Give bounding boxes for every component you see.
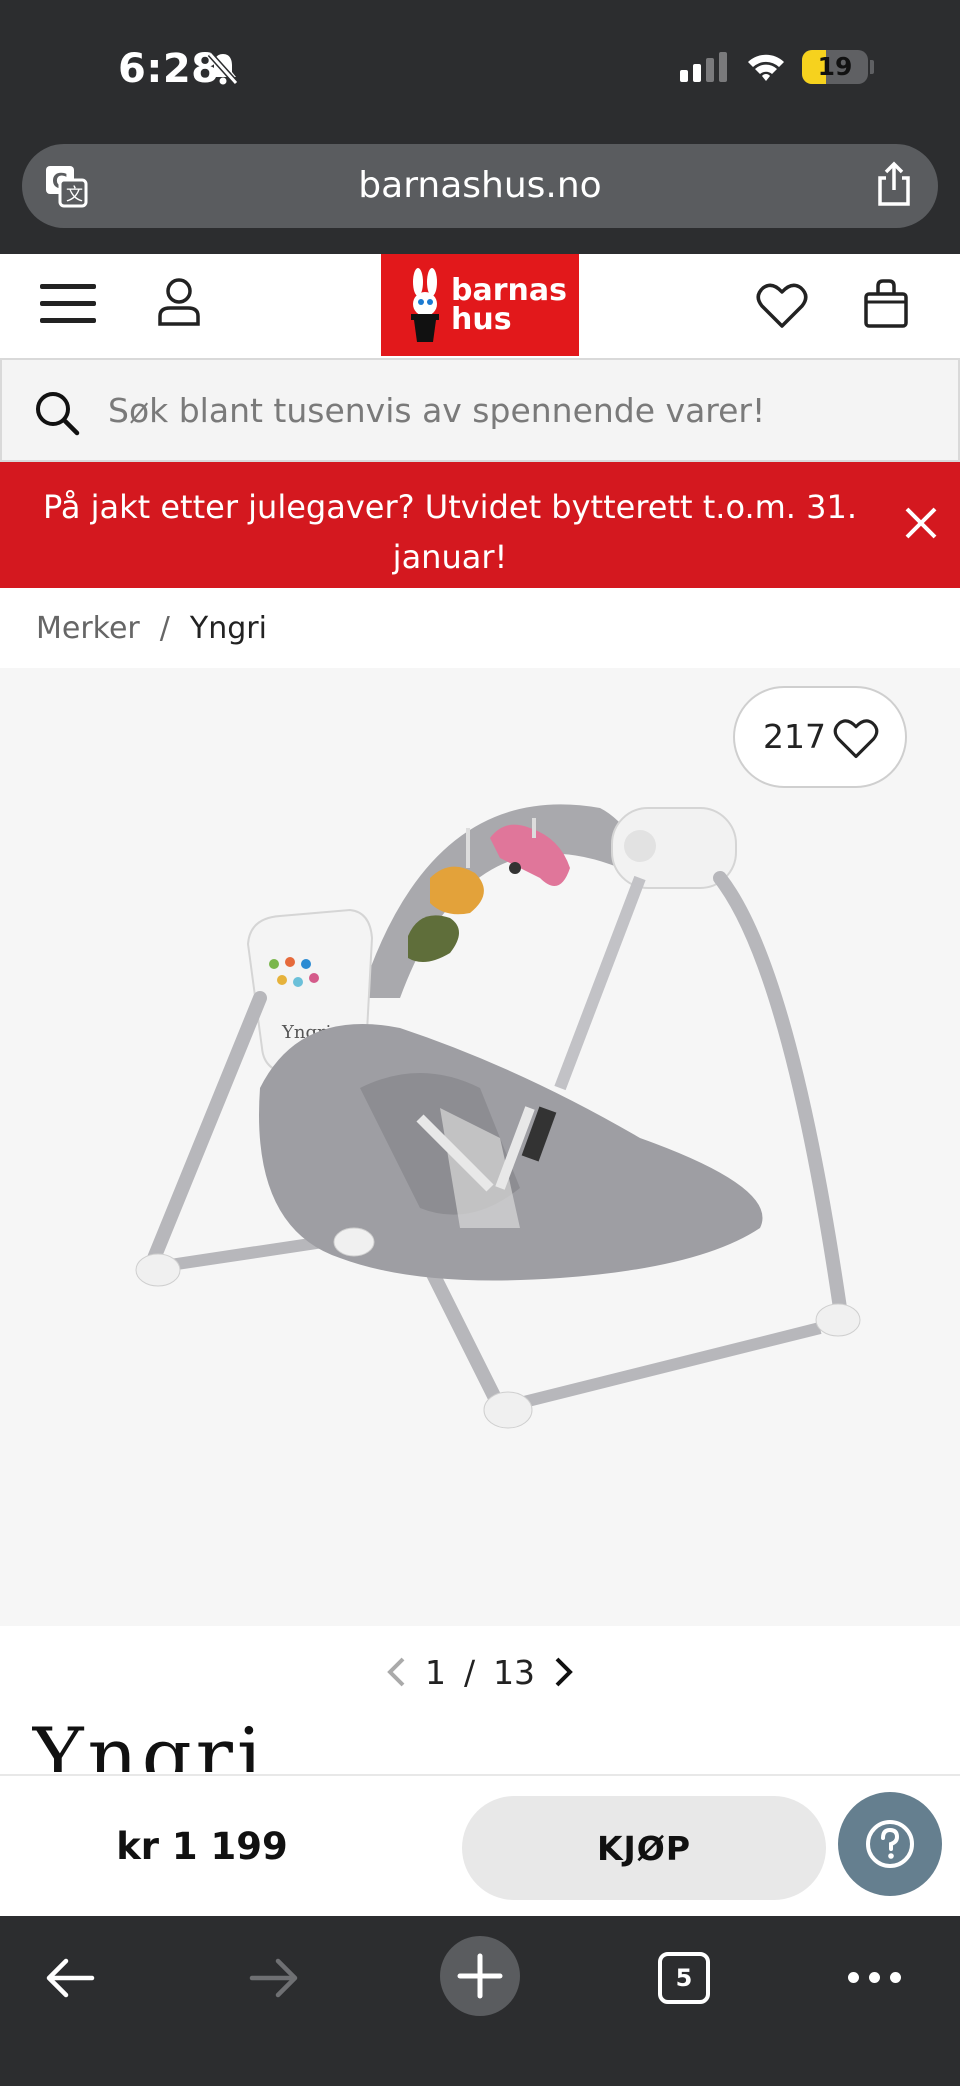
wishlist-count: 217	[763, 717, 826, 756]
user-icon[interactable]	[156, 276, 202, 328]
plus-icon	[457, 1953, 503, 1999]
chevron-right-icon[interactable]	[553, 1656, 575, 1688]
logo-text: barnas hus	[451, 273, 567, 337]
image-index: 1	[424, 1652, 446, 1692]
product-price: kr 1 199	[116, 1825, 288, 1868]
baby-swing-illustration: Yngri	[135, 804, 861, 1429]
breadcrumb-item-current: Yngri	[189, 610, 267, 646]
buy-button[interactable]: KJØP	[462, 1796, 826, 1900]
help-button[interactable]	[838, 1792, 942, 1896]
breadcrumb-separator: /	[159, 610, 170, 646]
menu-icon[interactable]	[40, 284, 96, 328]
search-input[interactable]	[108, 360, 928, 460]
battery-indicator: 19	[802, 50, 868, 84]
battery-tip	[870, 60, 874, 74]
search-bar	[0, 358, 960, 462]
product-image[interactable]: Yngri	[0, 668, 960, 1626]
promo-banner: På jakt etter julegaver? Utvidet byttere…	[0, 462, 960, 588]
url-text: barnashus.no	[358, 165, 602, 206]
breadcrumb: Merker / Yngri	[36, 604, 267, 652]
help-icon	[866, 1820, 914, 1868]
tabs-icon[interactable]: 5	[658, 1952, 710, 2004]
heart-icon[interactable]	[756, 282, 808, 330]
wifi-icon	[748, 54, 784, 81]
close-icon[interactable]	[904, 506, 938, 540]
bag-icon[interactable]	[862, 278, 910, 330]
forward-arrow-icon[interactable]	[248, 1956, 300, 2000]
browser-toolbar: 5	[0, 1916, 960, 2086]
image-pager: 1 / 13	[0, 1644, 960, 1700]
heart-icon	[833, 719, 879, 759]
url-bar[interactable]: G 文 barnashus.no	[22, 144, 938, 228]
site-header: barnas hus	[0, 254, 960, 358]
status-time: 6:28	[118, 46, 220, 92]
signal-icon	[680, 52, 727, 82]
image-separator: /	[463, 1652, 476, 1692]
promo-banner-text: På jakt etter julegaver? Utvidet byttere…	[42, 488, 858, 576]
more-icon[interactable]	[848, 1972, 901, 1983]
brand-logo[interactable]: Yngri	[32, 1712, 292, 1772]
status-bar: 6:28 19	[0, 0, 960, 140]
bell-muted-icon	[207, 51, 239, 86]
breadcrumb-item-merker[interactable]: Merker	[36, 611, 140, 646]
image-total: 13	[493, 1652, 536, 1692]
rabbit-hat-icon	[411, 268, 439, 342]
buy-bar: kr 1 199 KJØP	[0, 1774, 960, 1916]
new-tab-button[interactable]	[440, 1936, 520, 2016]
wishlist-button[interactable]: 217	[733, 686, 907, 788]
chevron-left-icon[interactable]	[385, 1656, 407, 1688]
search-icon[interactable]	[34, 390, 80, 436]
share-icon[interactable]	[874, 160, 914, 208]
site-logo[interactable]: barnas hus	[381, 254, 579, 356]
back-arrow-icon[interactable]	[44, 1956, 96, 2000]
